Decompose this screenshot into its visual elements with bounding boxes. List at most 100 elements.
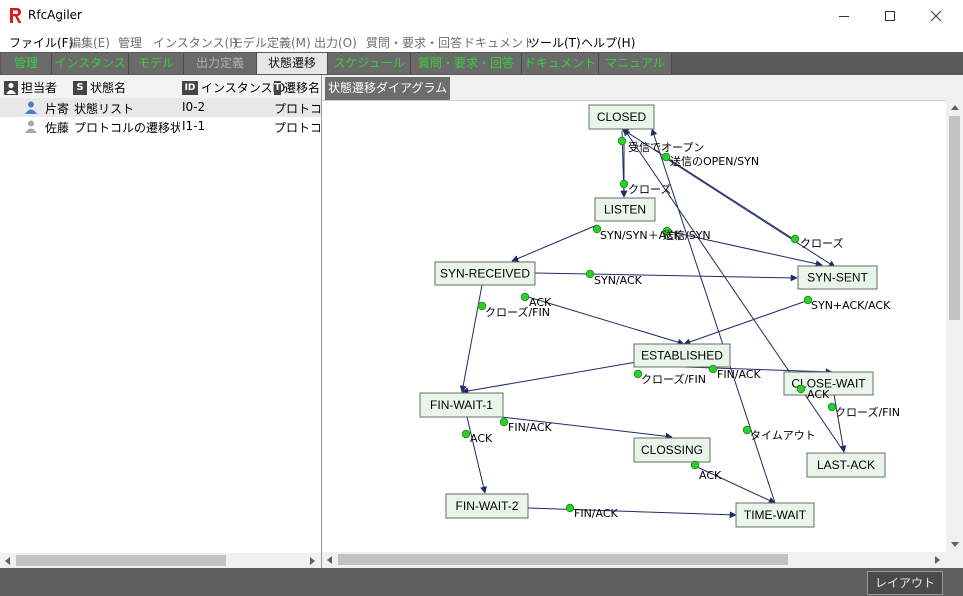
tab-manual[interactable]: マニュアル: [599, 53, 672, 74]
state-node-label: FIN-WAIT-2: [456, 499, 519, 513]
scroll-left-icon: [327, 556, 332, 564]
diagram-horizontal-scrollbar[interactable]: [322, 552, 946, 567]
menu-bar: ファイル(F) 編集(E) 管理 インスタンス(I) モデル定義(M) 出力(O…: [0, 31, 963, 52]
menu-edit[interactable]: 編集(E): [69, 34, 110, 51]
column-instance-id[interactable]: ID インスタンスID: [182, 79, 285, 96]
transition-label: 送信/SYN: [663, 228, 711, 242]
transition-label: クローズ: [800, 236, 843, 250]
menu-file[interactable]: ファイル(F): [9, 34, 73, 51]
close-button[interactable]: [913, 0, 959, 31]
transition-edge-synrcv-synsent[interactable]: [534, 272, 798, 282]
row-instance-id: I0-2: [182, 100, 206, 114]
tab-instance[interactable]: インスタンス: [52, 53, 129, 74]
tab-model[interactable]: モデル: [129, 53, 184, 74]
transition-label: クローズ: [628, 182, 671, 196]
menu-help[interactable]: ヘルプ(H): [581, 34, 635, 51]
transition-edge-closed-synsent[interactable]: [663, 156, 836, 268]
edge-handle-dot[interactable]: [585, 269, 595, 279]
state-node-listen[interactable]: LISTEN: [594, 197, 656, 222]
menu-admin[interactable]: 管理: [118, 34, 142, 51]
tab-state-diagram[interactable]: 状態遷移ダイアグラム: [325, 77, 450, 100]
menu-tools[interactable]: ツール(T): [528, 34, 581, 51]
edge-handle-dot[interactable]: [796, 384, 806, 394]
state-node-closed[interactable]: CLOSED: [588, 104, 655, 130]
state-node-fin1[interactable]: FIN-WAIT-1: [419, 392, 504, 418]
diagram-canvas[interactable]: CLOSED LISTEN SYN-RECEIVED SYN-SENT ESTABLIS…: [322, 100, 946, 553]
tab-admin[interactable]: 管理: [1, 53, 52, 74]
column-transition-label: 遷移名: [283, 81, 320, 95]
transition-label: FIN/ACK: [717, 368, 762, 381]
maximize-button[interactable]: [867, 0, 913, 31]
menu-output[interactable]: 出力(O): [314, 34, 357, 51]
transition-edge-synsent-estab[interactable]: [683, 299, 810, 346]
table-row[interactable]: 片寄 状態リスト I0-2 プロトコル: [0, 98, 321, 117]
menu-model-definition[interactable]: モデル定義(M): [231, 34, 311, 51]
tab-schedule[interactable]: スケジュール: [328, 53, 411, 74]
edge-handle-dot[interactable]: [790, 234, 800, 244]
state-node-synsent[interactable]: SYN-SENT: [797, 265, 878, 290]
state-node-label: ESTABLISHED: [641, 349, 723, 363]
edge-handle-dot[interactable]: [565, 503, 575, 513]
edge-handle-dot[interactable]: [461, 429, 471, 439]
transition-edge-fin2-timewait[interactable]: [527, 507, 737, 519]
tab-output-definition[interactable]: 出力定義: [184, 53, 257, 74]
left-horizontal-scrollbar[interactable]: [0, 553, 321, 568]
transition-label: クローズ/FIN: [485, 305, 550, 319]
table-row[interactable]: 佐藤 プロトコルの遷移状態 I1-1 プロトコル: [0, 117, 321, 136]
transition-t-icon: T: [274, 80, 281, 95]
row-transition: プロトコル: [274, 121, 320, 135]
state-list-panel: 担当者 S 状態名 ID インスタンスID T 遷移名 片寄 状態リスト I0-…: [0, 75, 322, 568]
state-node-lastack[interactable]: LAST-ACK: [806, 452, 886, 478]
table-header: 担当者 S 状態名 ID インスタンスID T 遷移名: [0, 75, 321, 99]
edge-handle-dot[interactable]: [661, 152, 671, 162]
transition-label: SYN+ACK/ACK: [811, 299, 891, 312]
state-node-timewait[interactable]: TIME-WAIT: [735, 502, 815, 528]
column-transition[interactable]: T 遷移名: [274, 79, 320, 96]
scroll-up-icon: [951, 105, 959, 110]
row-owner: 佐藤: [45, 121, 70, 135]
tab-state-transition[interactable]: 状態遷移: [257, 53, 328, 74]
id-icon: ID: [182, 80, 198, 95]
scroll-thumb[interactable]: [338, 554, 788, 565]
transition-edge-synrcv-fin1[interactable]: [459, 284, 483, 393]
edge-handle-dot[interactable]: [619, 179, 629, 189]
app-logo-icon: [10, 8, 22, 23]
edge-handle-dot[interactable]: [617, 136, 627, 146]
state-node-label: LAST-ACK: [817, 458, 875, 472]
transition-label: クローズ/FIN: [835, 405, 900, 419]
menu-instance[interactable]: インスタンス(I): [153, 34, 237, 51]
edge-handle-dot[interactable]: [690, 460, 700, 470]
minimize-button[interactable]: [821, 0, 867, 31]
tab-questions[interactable]: 質問・要求・回答: [411, 53, 522, 74]
transition-label: FIN/ACK: [574, 507, 619, 520]
transition-label: 送信のOPEN/SYN: [670, 154, 759, 168]
state-node-estab[interactable]: ESTABLISHED: [633, 343, 731, 368]
state-node-fin2[interactable]: FIN-WAIT-2: [445, 493, 529, 519]
layout-button[interactable]: レイアウト: [867, 571, 943, 595]
transition-edge-listen-synrcv[interactable]: [511, 224, 598, 262]
edge-handle-dot[interactable]: [499, 417, 509, 427]
transition-label: ACK: [470, 432, 493, 445]
state-node-closing[interactable]: CLOSSING: [633, 437, 711, 463]
menu-questions[interactable]: 質問・要求・回答: [366, 34, 462, 51]
module-tab-bar: 管理 インスタンス モデル 出力定義 状態遷移 スケジュール 質問・要求・回答 …: [0, 52, 963, 75]
tab-documents[interactable]: ドキュメント: [522, 53, 599, 74]
column-state-name[interactable]: S 状態名: [73, 79, 126, 96]
scroll-thumb[interactable]: [949, 116, 960, 320]
edge-handle-dot[interactable]: [520, 292, 530, 302]
state-node-synrcv[interactable]: SYN-RECEIVED: [434, 261, 536, 286]
row-transition: プロトコル: [274, 102, 320, 116]
transition-edge-lastack-closed[interactable]: [623, 128, 845, 453]
scroll-left-icon: [5, 557, 10, 565]
menu-documents[interactable]: ドキュメント: [463, 34, 535, 51]
state-node-label: CLOSSING: [641, 443, 703, 457]
transition-edge-fin1-fin2[interactable]: [466, 416, 487, 494]
edge-handle-dot[interactable]: [708, 364, 718, 374]
state-node-label: FIN-WAIT-1: [430, 398, 493, 412]
row-owner: 片寄: [45, 102, 70, 116]
diagram-vertical-scrollbar[interactable]: [946, 100, 963, 552]
state-s-icon: S: [73, 80, 87, 95]
column-owner[interactable]: 担当者: [4, 79, 57, 96]
close-icon: [930, 10, 942, 21]
scroll-thumb[interactable]: [16, 555, 226, 566]
